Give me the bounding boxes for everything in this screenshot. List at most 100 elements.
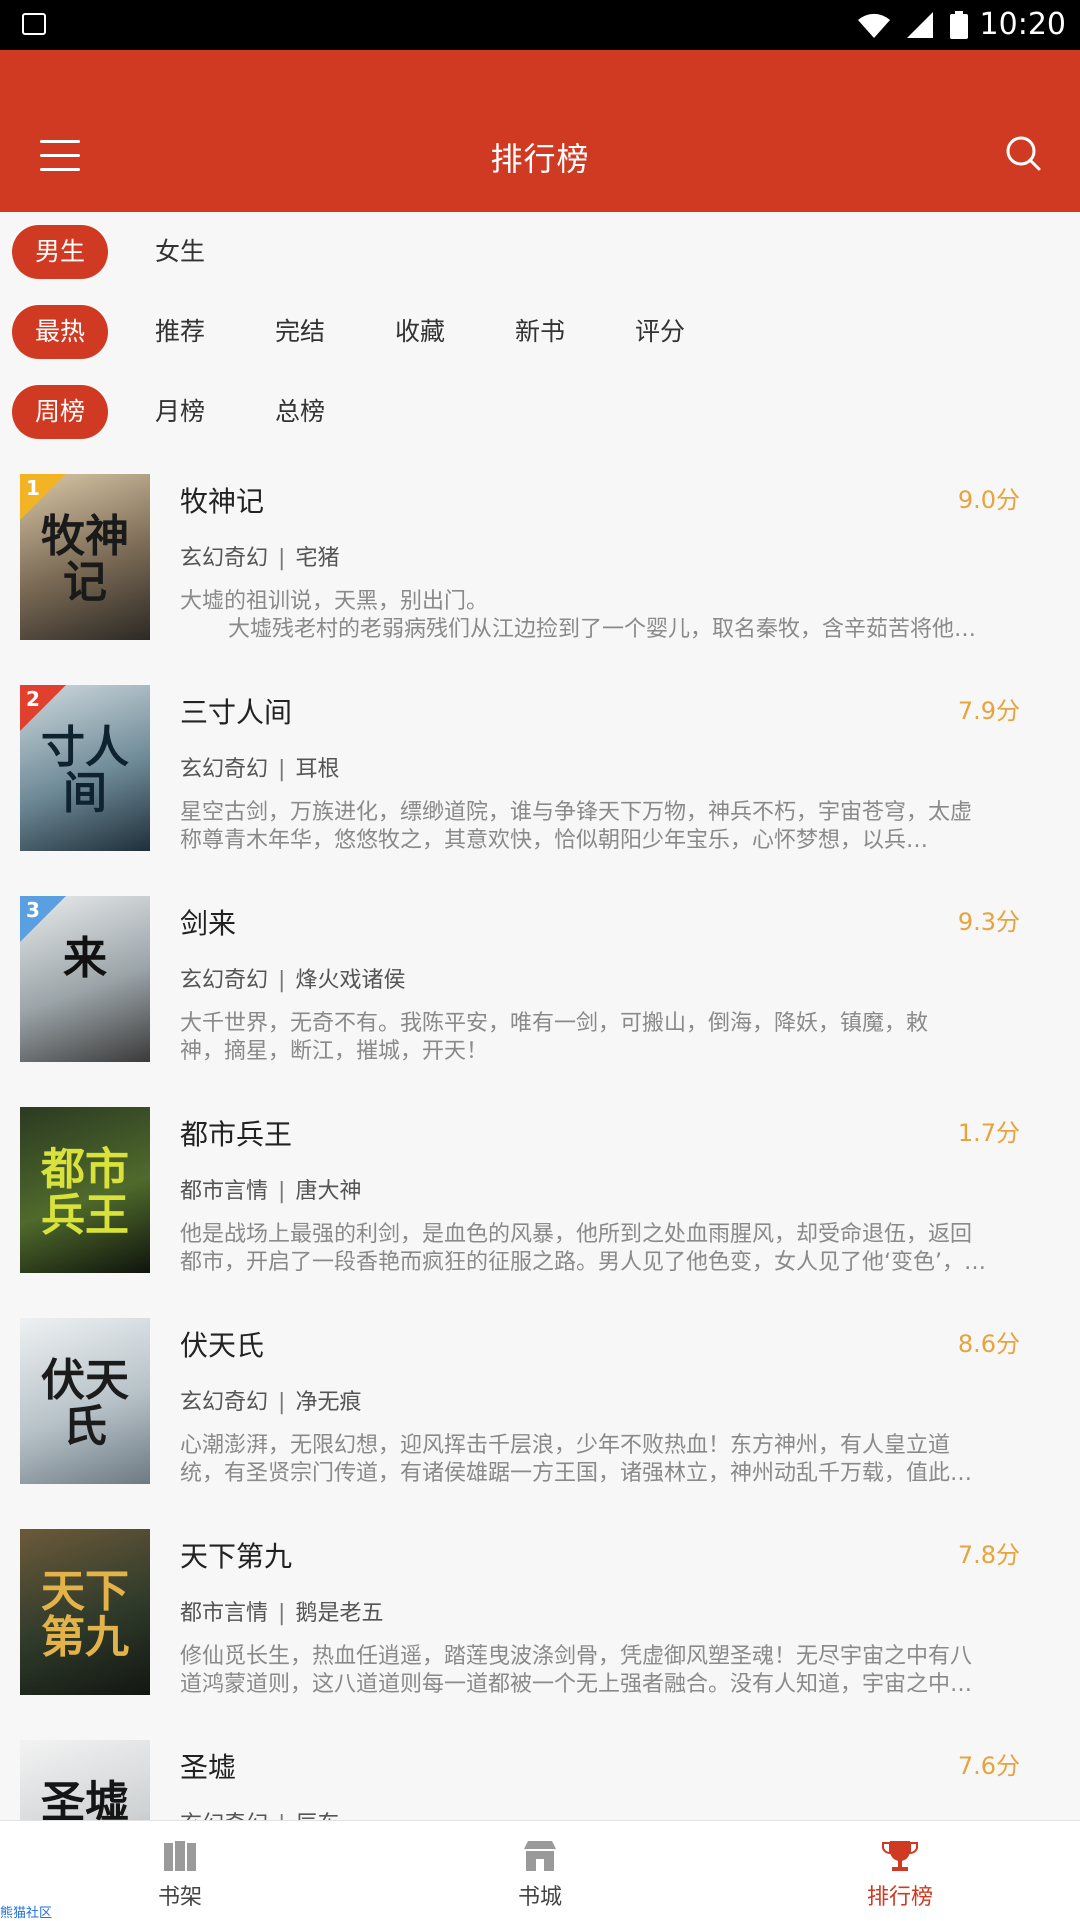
category-filter-chip[interactable]: 推荐 — [132, 305, 228, 359]
meta-separator: | — [278, 1601, 286, 1626]
book-author: 净无痕 — [295, 1390, 362, 1415]
book-description-line: 统，有圣贤宗门传道，有诸侯雄踞一方王国，诸强林立，神州动乱千万载，值此… — [180, 1461, 973, 1486]
tab-ranking[interactable]: 排行榜 — [720, 1821, 1080, 1921]
trophy-icon — [882, 1841, 918, 1871]
wifi-icon — [857, 13, 890, 38]
book-title[interactable]: 三寸人间 — [180, 691, 292, 731]
tab-bookshelf[interactable]: 书架 — [0, 1821, 360, 1921]
book-title[interactable]: 天下第九 — [180, 1535, 292, 1575]
app-bar: 排行榜 — [0, 50, 1080, 212]
status-right: 10:20 — [856, 0, 1066, 50]
book-list-item[interactable]: 寸人间 2 三寸人间 7.9分 玄幻奇幻 | 耳根 星空古剑，万族进化，缥缈道院，谁与争锋天下… — [0, 673, 1080, 884]
book-genre: 玄幻奇幻 — [180, 1390, 269, 1415]
book-author: 宅猪 — [295, 546, 340, 571]
book-list-item[interactable]: 天下第九 天下第九 7.8分 都市言情 | 鹅是老五 修仙觅长生，热血任逍遥，踏莲曳波涤剑骨… — [0, 1517, 1080, 1728]
category-filter-chip[interactable]: 完结 — [252, 305, 348, 359]
book-cover[interactable]: 寸人间 2 — [20, 685, 150, 851]
meta-separator: | — [268, 1812, 295, 1820]
period-filter-chip[interactable]: 总榜 — [252, 385, 348, 439]
category-filter-chip[interactable]: 收藏 — [372, 305, 468, 359]
rank-number: 1 — [26, 476, 40, 500]
book-title[interactable]: 伏天氏 — [180, 1324, 264, 1364]
book-description-line: 大千世界，无奇不有。我陈平安，唯有一剑，可搬山，倒海，降妖，镇魔，敕 — [180, 1011, 929, 1036]
book-author: 鹅是老五 — [295, 1601, 384, 1626]
book-cover[interactable]: 伏天氏 — [20, 1318, 150, 1484]
book-list-item[interactable]: 伏天氏 伏天氏 8.6分 玄幻奇幻 | 净无痕 心潮澎湃，无限幻想，迎风挥击千层浪，少年不败… — [0, 1306, 1080, 1517]
book-score: 7.6分 — [957, 1752, 1020, 1780]
book-cover-title: 圣墟 — [41, 1777, 129, 1821]
book-meta: 都市言情 | 唐大神 — [180, 1173, 361, 1205]
rank-number: 3 — [26, 898, 40, 922]
book-cover[interactable]: 来3 — [20, 896, 150, 1062]
period-filter-chip[interactable]: 月榜 — [132, 385, 228, 439]
meta-separator: | — [278, 1179, 286, 1204]
signal-icon — [906, 12, 933, 38]
book-score: 9.0分 — [957, 486, 1020, 514]
bookshelf-icon — [164, 1841, 196, 1871]
book-score: 8.6分 — [957, 1330, 1020, 1358]
book-genre: 都市言情 — [180, 1179, 269, 1204]
book-meta: 玄幻奇幻 | 耳根 — [180, 751, 339, 783]
book-cover-title: 都市兵王 — [41, 1144, 129, 1241]
bottom-nav: 书架 书城 排行榜 熊猫社区 — [0, 1820, 1080, 1921]
book-cover-title: 天下第九 — [41, 1566, 129, 1663]
period-filter-chip[interactable]: 周榜 — [12, 385, 108, 439]
book-description-line: 称尊青木年华，悠悠牧之，其意欢快，恰似朝阳少年宝乐，心怀梦想，以兵… — [180, 828, 929, 853]
page-title: 排行榜 — [490, 140, 590, 178]
book-score: 7.9分 — [957, 697, 1020, 725]
book-description: 心潮澎湃，无限幻想，迎风挥击千层浪，少年不败热血！东方神州，有人皇立道 统，有圣贤… — [180, 1432, 1045, 1488]
book-description: 修仙觅长生，热血任逍遥，踏莲曳波涤剑骨，凭虚御风塑圣魂！无尽宇宙之中有八 道鸿蒙道… — [180, 1643, 1045, 1699]
meta-separator: | — [278, 968, 286, 993]
book-description-line: 道鸿蒙道则，这八道道则每一道都被一个无上强者融合。没有人知道，宇宙之中… — [180, 1672, 973, 1697]
book-meta: 都市言情 | 鹅是老五 — [180, 1595, 383, 1627]
book-score: 1.7分 — [957, 1119, 1020, 1147]
book-genre: 玄幻奇幻 — [180, 546, 269, 571]
book-title[interactable]: 牧神记 — [180, 480, 264, 520]
tab-ranking-label: 排行榜 — [866, 1885, 933, 1910]
gender-filter-row: 男生 女生 — [0, 212, 1080, 292]
book-meta: 玄幻奇幻 | 宅猪 — [180, 540, 339, 572]
category-filter-row: 最热 推荐 完结 收藏 新书 评分 — [0, 292, 1080, 372]
book-meta: 玄幻奇幻 | 烽火戏诸侯 — [180, 962, 405, 994]
book-author: 烽火戏诸侯 — [295, 968, 406, 993]
book-list: 牧神记 1 牧神记 9.0分 玄幻奇幻 | 宅猪 大墟的祖训说，天黑，别出门。 大墟残老村的老弱… — [0, 462, 1080, 1820]
tab-bookshelf-label: 书架 — [157, 1885, 202, 1910]
book-cover-title: 伏天氏 — [41, 1355, 129, 1452]
book-title[interactable]: 剑来 — [180, 902, 236, 942]
search-icon[interactable] — [1004, 134, 1042, 172]
book-description: 他是战场上最强的利剑，是血色的风暴，他所到之处血雨腥风，却受命退伍，返回 都市，开… — [180, 1221, 1045, 1277]
gender-filter-chip[interactable]: 女生 — [132, 225, 228, 279]
book-list-item[interactable]: 圣墟圣墟7.6分玄幻奇幻|辰东 — [0, 1728, 1080, 1820]
book-cover[interactable]: 牧神记 1 — [20, 474, 150, 640]
store-icon — [524, 1841, 556, 1871]
category-filter-chip[interactable]: 最热 — [12, 305, 108, 359]
book-meta: 玄幻奇幻 | 净无痕 — [180, 1384, 361, 1416]
book-description-line: 都市，开启了一段香艳而疯狂的征服之路。男人见了他色变，女人见了他‘变色’，… — [180, 1250, 986, 1275]
book-cover[interactable]: 都市兵王 — [20, 1107, 150, 1273]
status-time: 10:20 — [979, 7, 1066, 42]
book-list-item[interactable]: 来 3 剑来 9.3分 玄幻奇幻 | 烽火戏诸侯 大千世界，无奇不有。我陈平安，唯有一剑，可搬… — [0, 884, 1080, 1095]
image-notification-icon — [22, 13, 46, 35]
book-cover[interactable]: 圣墟 — [20, 1740, 150, 1820]
book-meta: 玄幻奇幻|辰东 — [180, 1806, 339, 1820]
rank-number: 2 — [26, 687, 40, 711]
book-description: 星空古剑，万族进化，缥缈道院，谁与争锋天下万物，神兵不朽，宇宙苍穹，太虚 称尊青木… — [180, 799, 1045, 855]
meta-separator: | — [278, 757, 286, 782]
book-genre: 玄幻奇幻 — [180, 968, 269, 993]
book-description-line: 他是战场上最强的利剑，是血色的风暴，他所到之处血雨腥风，却受命退伍，返回 — [180, 1222, 973, 1247]
category-filter-chip[interactable]: 新书 — [492, 305, 588, 359]
book-description-line: 大墟的祖训说，天黑，别出门。 — [180, 589, 489, 614]
book-list-item[interactable]: 牧神记 1 牧神记 9.0分 玄幻奇幻 | 宅猪 大墟的祖训说，天黑，别出门。 大墟残老村的老弱… — [0, 462, 1080, 673]
watermark-text: 熊猫社区 — [0, 1906, 53, 1921]
book-score: 7.8分 — [957, 1541, 1020, 1569]
book-author: 辰东 — [295, 1812, 339, 1820]
book-title[interactable]: 都市兵王 — [180, 1113, 292, 1153]
meta-separator: | — [278, 1390, 286, 1415]
book-title[interactable]: 圣墟 — [180, 1746, 236, 1786]
category-filter-chip[interactable]: 评分 — [612, 305, 708, 359]
book-cover[interactable]: 天下第九 — [20, 1529, 150, 1695]
tab-store[interactable]: 书城 — [360, 1821, 720, 1921]
gender-filter-chip[interactable]: 男生 — [12, 225, 108, 279]
book-list-item[interactable]: 都市兵王 都市兵王 1.7分 都市言情 | 唐大神 他是战场上最强的利剑，是血色的风暴，他所… — [0, 1095, 1080, 1306]
book-genre: 玄幻奇幻 — [180, 757, 269, 782]
